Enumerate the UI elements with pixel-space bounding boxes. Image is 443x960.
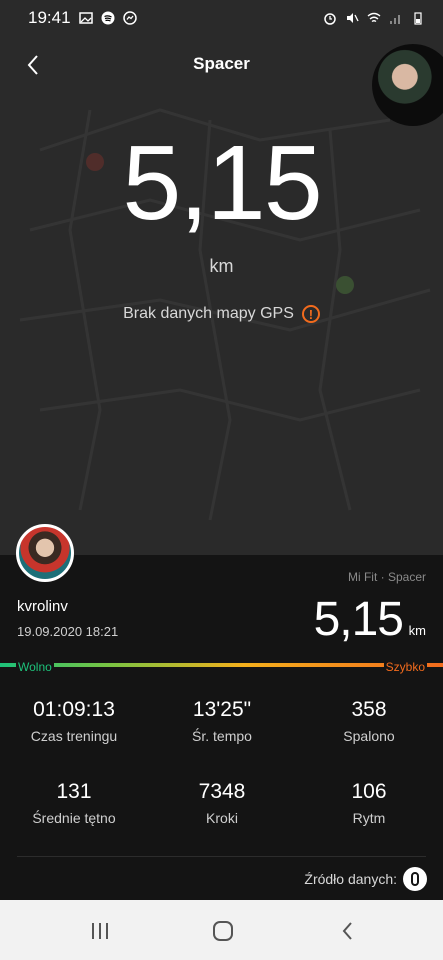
recents-icon — [92, 923, 108, 939]
data-source-row[interactable]: Źródło danych: — [304, 867, 427, 891]
stat-value: 13'25" — [192, 698, 252, 721]
home-button[interactable] — [203, 916, 243, 946]
stat-steps: 7348 Kroki — [148, 780, 296, 826]
battery-icon — [414, 12, 422, 25]
stat-value: 01:09:13 — [33, 698, 115, 721]
home-icon — [213, 921, 233, 941]
summary-distance-value: 5,15 — [313, 593, 404, 646]
stat-label: Rytm — [352, 810, 386, 826]
stat-label: Kroki — [206, 810, 238, 826]
stat-label: Śr. tempo — [192, 728, 252, 744]
stat-pace: 13'25" Śr. tempo — [148, 698, 296, 744]
summary-distance-unit: km — [408, 623, 426, 638]
data-source-label: Źródło danych: — [304, 871, 397, 887]
gps-message: Brak danych mapy GPS — [123, 305, 294, 322]
stat-cadence: 106 Rytm — [295, 780, 443, 826]
stat-value: 106 — [351, 780, 387, 803]
mute-icon — [347, 13, 359, 23]
hero-distance-value: 5,15 — [122, 124, 322, 242]
hero-distance-unit: km — [209, 256, 234, 276]
username: kvrolinv — [17, 598, 68, 615]
chevron-left-icon — [342, 922, 352, 940]
spotify-icon — [101, 11, 115, 25]
user-avatar[interactable] — [16, 524, 74, 582]
warning-icon[interactable]: ! — [301, 305, 320, 323]
speed-slow-label: Wolno — [16, 660, 54, 674]
stat-value: 358 — [351, 698, 387, 721]
stat-calories: 358 Spalono — [295, 698, 443, 744]
activity-datetime: 19.09.2020 18:21 — [17, 624, 119, 639]
stat-label: Czas treningu — [30, 728, 118, 744]
stat-value: 7348 — [198, 780, 246, 803]
speed-fast-label: Szybko — [383, 660, 427, 674]
divider — [17, 856, 426, 857]
stat-label: Spalono — [343, 728, 395, 744]
status-bar: 19:41 — [0, 0, 443, 36]
band-device-icon — [403, 867, 427, 891]
wifi-icon — [367, 12, 381, 23]
activity-source-label: Mi Fit · Spacer — [347, 570, 426, 584]
stat-label: Średnie tętno — [32, 810, 116, 826]
stat-duration: 01:09:13 Czas treningu — [0, 698, 148, 744]
speed-gradient-bar — [0, 663, 443, 667]
stat-heart-rate: 131 Średnie tętno — [0, 780, 148, 826]
gps-status[interactable]: Brak danych mapy GPS ! — [0, 305, 443, 323]
system-nav-bar — [0, 900, 443, 960]
recents-button[interactable] — [80, 916, 120, 946]
stat-value: 131 — [56, 780, 92, 803]
signal-icon — [390, 15, 400, 24]
status-time: 19:41 — [28, 8, 71, 27]
gallery-icon — [78, 12, 93, 24]
alarm-icon — [324, 13, 336, 25]
messenger-icon — [122, 11, 137, 25]
system-back-button[interactable] — [327, 916, 367, 946]
